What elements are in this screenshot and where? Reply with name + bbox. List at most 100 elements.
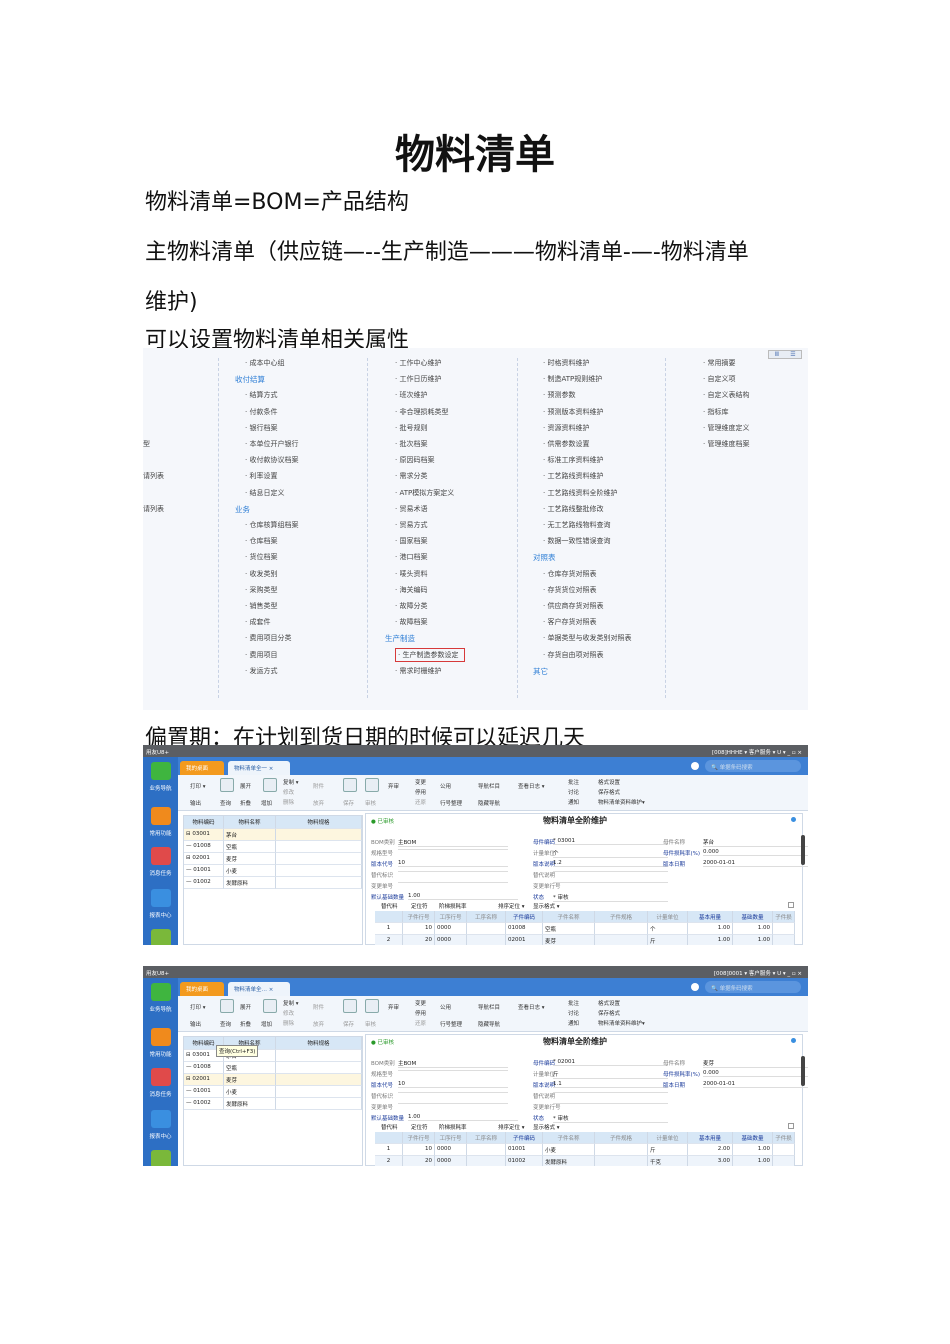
sidebar-item-label[interactable]: 报表中心: [143, 1132, 178, 1140]
menu-item[interactable]: · 管理维度定义: [703, 423, 749, 433]
toolbar-button[interactable]: 查看日志 ▾: [518, 1003, 545, 1011]
toolbar-button[interactable]: 格式设置: [598, 999, 620, 1007]
form-field[interactable]: 茅台: [703, 838, 808, 847]
grid-cell[interactable]: 02001: [506, 935, 543, 945]
menu-item[interactable]: · 批次档案: [395, 439, 427, 449]
grid-cell[interactable]: 千克: [648, 1156, 688, 1166]
sidebar-item-label[interactable]: 报表中心: [143, 911, 178, 919]
grid-cell[interactable]: 10: [403, 923, 435, 935]
form-field[interactable]: * 审核: [553, 893, 668, 902]
grid-tab[interactable]: 替代料: [381, 902, 398, 910]
sidebar-item-label[interactable]: 消息任务: [143, 1090, 178, 1098]
toolbar-button[interactable]: 公用: [440, 782, 451, 790]
menu-item[interactable]: · 付款条件: [245, 407, 277, 417]
toolbar-button[interactable]: 放弃: [313, 799, 324, 807]
grid-cell[interactable]: 1.00: [688, 923, 733, 935]
menu-item[interactable]: · 需求分类: [395, 471, 427, 481]
refresh-icon[interactable]: [791, 1038, 796, 1043]
menu-item[interactable]: · 银行档案: [245, 423, 277, 433]
menu-item[interactable]: · 制造ATP规则维护: [543, 374, 602, 384]
sidebar-item-label[interactable]: 常用功能: [143, 829, 178, 837]
toolbar-button[interactable]: 保存: [343, 799, 354, 807]
form-field[interactable]: [398, 849, 508, 850]
grid-cell[interactable]: 1.00: [733, 1144, 773, 1156]
grid-cell[interactable]: 01002: [506, 1156, 543, 1166]
toolbar-button[interactable]: 停用: [415, 1009, 426, 1017]
toolbar-button[interactable]: 行号整理: [440, 1020, 462, 1028]
form-field[interactable]: [398, 1103, 508, 1104]
grid-cell[interactable]: 0000: [435, 1156, 467, 1166]
grid-cell[interactable]: 小麦: [543, 1144, 595, 1156]
toolbar-button[interactable]: 折叠: [240, 1020, 251, 1028]
toolbar-button[interactable]: 保存格式: [598, 788, 620, 796]
toolbar-button[interactable]: 弃审: [388, 782, 399, 790]
menu-item[interactable]: · 时格资料维护: [543, 358, 589, 368]
toolbar-large-icon[interactable]: [343, 778, 357, 792]
toolbar-large-icon[interactable]: [220, 778, 234, 792]
menu-item[interactable]: · 无工艺路线物料查询: [543, 520, 610, 530]
form-field[interactable]: * 02001: [553, 1059, 668, 1066]
grid-cell[interactable]: 1.00: [688, 935, 733, 945]
menu-item[interactable]: · 非合理损耗类型: [395, 407, 448, 417]
sidebar-icon-0[interactable]: [151, 762, 171, 780]
form-field[interactable]: 10: [398, 1081, 508, 1088]
grid-cell[interactable]: [773, 923, 795, 935]
grid-cell[interactable]: [595, 935, 648, 945]
toolbar-button[interactable]: 格式设置: [598, 778, 620, 786]
toolbar-button[interactable]: 删除: [283, 1019, 294, 1027]
menu-item[interactable]: · 工作日历维护: [395, 374, 441, 384]
menu-item[interactable]: · 工艺路线资料维护: [543, 471, 603, 481]
toolbar-button[interactable]: 讨论: [568, 788, 579, 796]
form-field[interactable]: 麦芽: [703, 1059, 808, 1068]
sidebar-icon-more[interactable]: [151, 1150, 171, 1166]
toolbar-button[interactable]: 隐藏导航: [478, 1020, 500, 1028]
toolbar-button[interactable]: 导航栏目: [478, 1003, 500, 1011]
menu-item[interactable]: · 仓库档案: [245, 536, 277, 546]
menu-item[interactable]: 型: [143, 439, 150, 449]
grid-cell[interactable]: 01008: [506, 923, 543, 935]
search-input[interactable]: 🔍 单据条码搜索: [705, 981, 801, 993]
toolbar-large-icon[interactable]: [263, 778, 277, 792]
toolbar-button[interactable]: 输出: [190, 799, 201, 807]
toolbar-button[interactable]: 审核: [365, 1020, 376, 1028]
toolbar-button[interactable]: 停用: [415, 788, 426, 796]
form-field[interactable]: 2000-01-01: [703, 1081, 808, 1088]
grid-cell[interactable]: 20: [403, 935, 435, 945]
form-field[interactable]: 个: [553, 849, 668, 858]
grid-tab[interactable]: 显示格式 ▾: [533, 1123, 560, 1131]
toolbar-button[interactable]: 删除: [283, 798, 294, 806]
menu-item[interactable]: · 自定义项: [703, 374, 735, 384]
menu-item[interactable]: · 存货自由项对照表: [543, 650, 603, 660]
grid-expand-icon[interactable]: [788, 1123, 794, 1129]
toolbar-button[interactable]: 保存: [343, 1020, 354, 1028]
menu-item[interactable]: · 单据类型与收发类别对照表: [543, 633, 631, 643]
menu-item[interactable]: · 供应商存货对照表: [543, 601, 603, 611]
toolbar-large-icon[interactable]: [365, 778, 379, 792]
sidebar-icon-2[interactable]: [151, 1068, 171, 1086]
sidebar-icon-1[interactable]: [151, 807, 171, 825]
grid-cell[interactable]: [467, 1156, 506, 1166]
form-field[interactable]: 10: [398, 860, 508, 867]
menu-item[interactable]: · 发运方式: [245, 666, 277, 676]
toolbar-button[interactable]: 隐藏导航: [478, 799, 500, 807]
tab-bom-maintenance[interactable]: 物料清单全一 ×: [228, 761, 290, 775]
menu-item[interactable]: · 故障分类: [395, 601, 427, 611]
grid-cell[interactable]: [467, 923, 506, 935]
form-field[interactable]: [398, 882, 508, 883]
grid-cell[interactable]: 1: [375, 923, 403, 935]
menu-item[interactable]: · 常用摘要: [703, 358, 735, 368]
tab-my-desktop[interactable]: 我的桌面: [180, 761, 224, 775]
form-field[interactable]: 1.00: [408, 1114, 518, 1121]
toolbar-button[interactable]: 复制 ▾: [283, 999, 299, 1007]
title-bar-controls[interactable]: [008]HHHE ▾ 客户服务 ▾ U ▾ _ ▫ ×: [712, 748, 802, 756]
menu-item[interactable]: · 贸易方式: [395, 520, 427, 530]
menu-item[interactable]: · 费用项目: [245, 650, 277, 660]
grid-tab[interactable]: 显示格式 ▾: [533, 902, 560, 910]
sidebar-icon-2[interactable]: [151, 847, 171, 865]
menu-item[interactable]: 请列表: [143, 504, 164, 514]
toolbar-button[interactable]: 还原: [415, 798, 426, 806]
form-field[interactable]: [553, 1092, 668, 1093]
grid-cell[interactable]: [467, 1144, 506, 1156]
toolbar-button[interactable]: 还原: [415, 1019, 426, 1027]
toolbar-button[interactable]: 通知: [568, 1019, 579, 1027]
